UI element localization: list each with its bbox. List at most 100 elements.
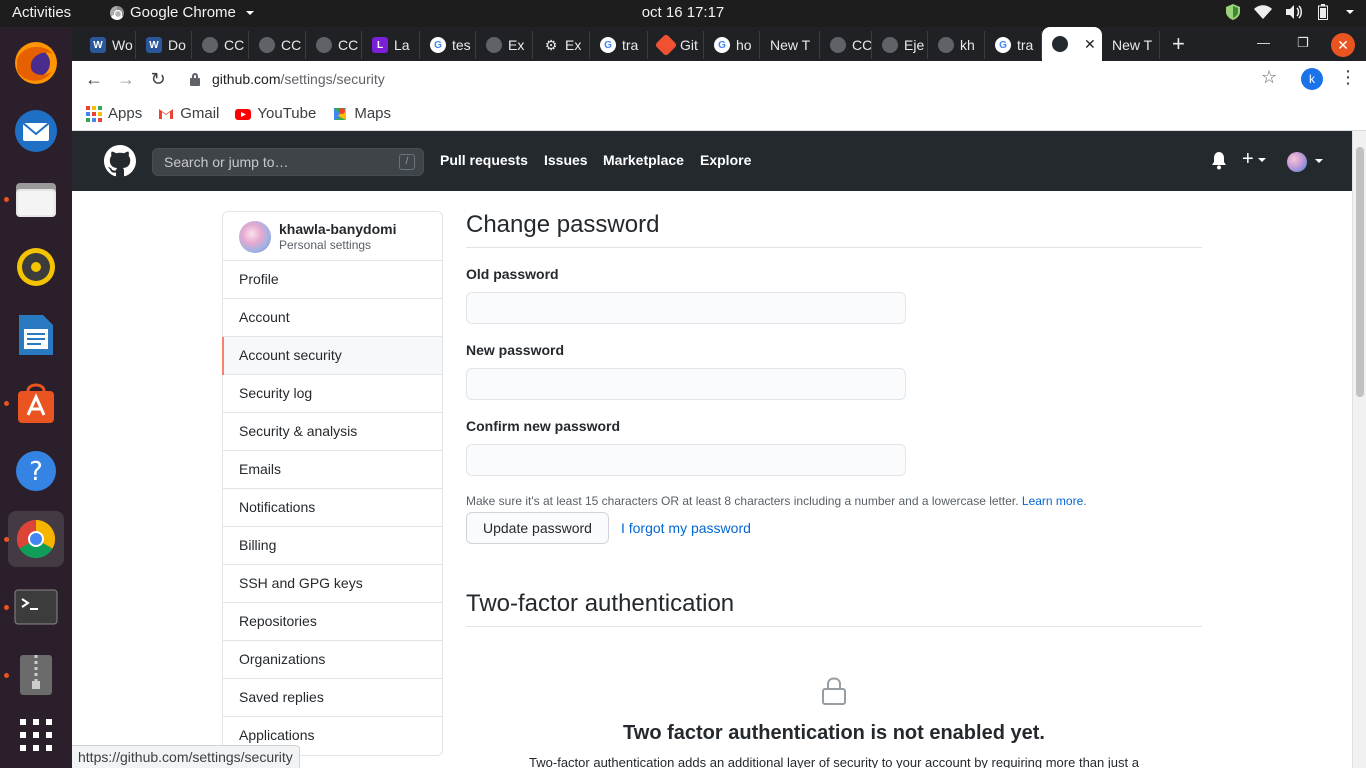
tab[interactable]: CC	[306, 31, 362, 59]
sidebar-item-notifications[interactable]: Notifications	[223, 489, 442, 527]
tab[interactable]: CC	[820, 31, 872, 59]
sidebar-item-account[interactable]: Account	[223, 299, 442, 337]
bookmark-gmail[interactable]: Gmail	[158, 105, 219, 122]
github-icon	[202, 37, 218, 53]
github-logo-icon[interactable]	[104, 145, 136, 177]
bookmark-maps[interactable]: Maps	[332, 105, 391, 122]
reload-icon[interactable]: ↻	[146, 67, 170, 91]
nav-issues[interactable]: Issues	[544, 152, 588, 168]
system-tray[interactable]	[1226, 4, 1354, 20]
bookmark-label: Maps	[354, 105, 392, 122]
sidebar-item-security-analysis[interactable]: Security & analysis	[223, 413, 442, 451]
tab[interactable]: Gtra	[590, 31, 648, 59]
sidebar-item-repositories[interactable]: Repositories	[223, 603, 442, 641]
sidebar-item-security-log[interactable]: Security log	[223, 375, 442, 413]
chevron-down-icon[interactable]	[1315, 159, 1323, 163]
address-bar[interactable]: github.com/settings/security	[180, 65, 1296, 93]
settings-subtitle: Personal settings	[279, 238, 372, 252]
profile-avatar[interactable]: k	[1301, 68, 1323, 90]
nav-marketplace[interactable]: Marketplace	[603, 152, 684, 168]
wifi-icon[interactable]	[1254, 5, 1272, 19]
github-search-input[interactable]: Search or jump to… /	[152, 148, 424, 176]
password-actions: Update password I forgot my password	[466, 512, 1202, 544]
tab[interactable]: CC	[192, 31, 249, 59]
old-password-field[interactable]	[466, 292, 906, 324]
restore-button[interactable]: ❐	[1297, 35, 1309, 51]
sidebar-item-organizations[interactable]: Organizations	[223, 641, 442, 679]
tab[interactable]: New T	[1102, 31, 1160, 59]
dock-files[interactable]	[8, 171, 64, 227]
tab[interactable]: L La	[362, 31, 420, 59]
dock-archive-manager[interactable]	[8, 647, 64, 703]
tab[interactable]: Gtes	[420, 31, 476, 59]
dock-software[interactable]	[8, 375, 64, 431]
dock-firefox[interactable]	[8, 35, 64, 91]
app-menu[interactable]: Google Chrome	[110, 4, 254, 21]
sidebar-item-emails[interactable]: Emails	[223, 451, 442, 489]
github-icon	[1052, 36, 1068, 52]
terminal-icon	[14, 589, 58, 625]
confirm-password-field[interactable]	[466, 444, 906, 476]
tab-close-icon[interactable]: ✕	[1084, 36, 1096, 53]
volume-icon[interactable]	[1286, 5, 1304, 19]
forward-arrow-icon[interactable]: →	[114, 67, 138, 91]
show-applications-button[interactable]	[8, 707, 64, 763]
system-menu-chevron-icon[interactable]	[1346, 10, 1354, 14]
tab[interactable]: W Do	[136, 31, 192, 59]
more-menu-icon[interactable]: ⋮	[1339, 67, 1357, 88]
dock-writer[interactable]	[8, 307, 64, 363]
minimize-button[interactable]: —	[1257, 35, 1270, 50]
dock-thunderbird[interactable]	[8, 103, 64, 159]
bookmark-apps[interactable]: Apps	[86, 105, 142, 122]
tab[interactable]: Gho	[704, 31, 760, 59]
nav-pull-requests[interactable]: Pull requests	[440, 152, 528, 168]
back-arrow-icon[interactable]: ←	[82, 67, 106, 91]
browser-toolbar: ← → ↻ github.com/settings/security ☆ k ⋮	[72, 61, 1366, 97]
sidebar-item-ssh-gpg-keys[interactable]: SSH and GPG keys	[223, 565, 442, 603]
update-password-button[interactable]: Update password	[466, 512, 609, 544]
bookmark-youtube[interactable]: YouTube	[235, 105, 316, 122]
dock-terminal[interactable]	[8, 579, 64, 635]
forgot-password-link[interactable]: I forgot my password	[621, 520, 751, 536]
google-icon: G	[995, 37, 1011, 53]
sidebar-item-saved-replies[interactable]: Saved replies	[223, 679, 442, 717]
settings-profile-header[interactable]: khawla-banydomi Personal settings	[223, 212, 442, 261]
tab[interactable]: ⚙ Ex	[533, 31, 590, 59]
create-new-button[interactable]: +	[1242, 148, 1266, 171]
bookmark-label: Gmail	[180, 105, 220, 122]
sidebar-item-account-security[interactable]: Account security	[222, 337, 442, 375]
activities-button[interactable]: Activities	[12, 4, 71, 21]
new-password-field[interactable]	[466, 368, 906, 400]
tab[interactable]: W Wo	[80, 31, 136, 59]
username[interactable]: khawla-banydomi	[279, 221, 396, 237]
avatar[interactable]	[239, 221, 271, 253]
tab[interactable]: Gtra	[985, 31, 1042, 59]
tab[interactable]: Ex	[476, 31, 533, 59]
new-tab-button[interactable]: +	[1172, 33, 1185, 55]
github-icon	[830, 37, 846, 53]
window-close-button[interactable]: ✕	[1331, 33, 1355, 57]
gmail-icon	[159, 108, 174, 119]
tab[interactable]: Eje	[872, 31, 928, 59]
lock-icon[interactable]	[188, 72, 202, 86]
scrollbar-thumb[interactable]	[1356, 147, 1364, 397]
sidebar-item-profile[interactable]: Profile	[223, 261, 442, 299]
bookmark-star-icon[interactable]: ☆	[1261, 67, 1277, 88]
tab[interactable]: New T	[760, 31, 820, 59]
tab[interactable]: kh	[928, 31, 985, 59]
tab-label: kh	[960, 37, 975, 53]
user-avatar-menu[interactable]	[1287, 152, 1307, 172]
page-scrollbar[interactable]	[1352, 131, 1366, 768]
sidebar-item-billing[interactable]: Billing	[223, 527, 442, 565]
tab[interactable]: Git	[648, 31, 704, 59]
shield-icon[interactable]	[1226, 4, 1240, 20]
dock-chrome[interactable]	[8, 511, 64, 567]
learn-more-link[interactable]: Learn more	[1022, 494, 1083, 508]
battery-icon[interactable]	[1318, 4, 1328, 20]
notifications-bell-icon[interactable]	[1211, 152, 1227, 170]
nav-explore[interactable]: Explore	[700, 152, 751, 168]
dock-rhythmbox[interactable]	[8, 239, 64, 295]
tab[interactable]: CC	[249, 31, 306, 59]
dock-help[interactable]: ?	[8, 443, 64, 499]
tab-active[interactable]: ✕	[1042, 27, 1102, 61]
